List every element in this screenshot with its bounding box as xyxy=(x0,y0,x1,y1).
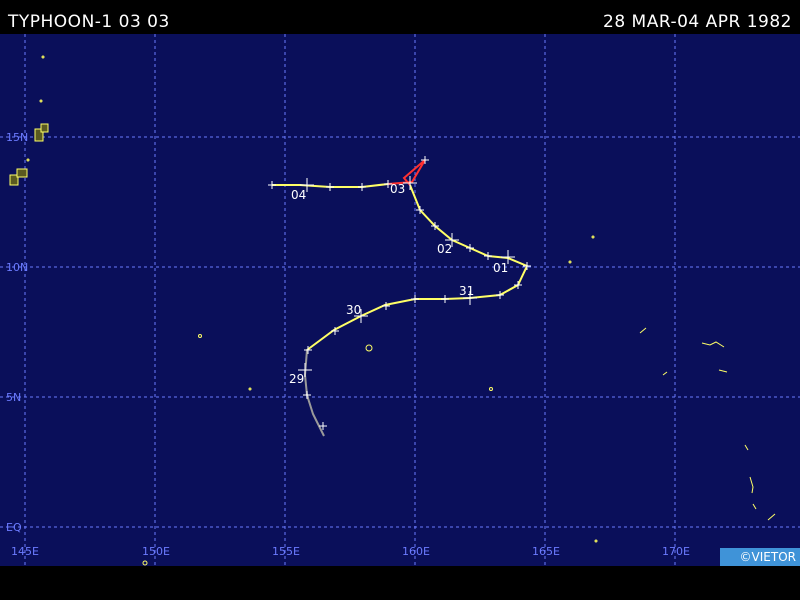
storm-name-title: TYPHOON-1 03 03 xyxy=(8,12,170,32)
lat-label-5n: 5N xyxy=(6,391,21,404)
day-label-31: 31 xyxy=(459,284,474,298)
lat-label-15n: 15N xyxy=(6,131,28,144)
lon-label-145e: 145E xyxy=(11,545,39,558)
day-label-29: 29 xyxy=(289,372,304,386)
lon-label-150e: 150E xyxy=(142,545,170,558)
map-canvas: 15N 10N 5N EQ 145E 150E 155E 160E 165E 1… xyxy=(0,34,800,566)
day-label-03: 03 xyxy=(390,182,405,196)
date-range-title: 28 MAR-04 APR 1982 xyxy=(603,12,792,32)
day-label-30: 30 xyxy=(346,303,361,317)
ocean-background xyxy=(0,34,800,566)
lon-label-165e: 165E xyxy=(532,545,560,558)
typhoon-track-map: 15N 10N 5N EQ 145E 150E 155E 160E 165E 1… xyxy=(0,0,800,600)
lon-label-170e: 170E xyxy=(662,545,690,558)
day-label-02: 02 xyxy=(437,242,452,256)
lat-label-10n: 10N xyxy=(6,261,28,274)
day-label-04: 04 xyxy=(291,188,306,202)
lat-label-eq: EQ xyxy=(6,521,22,534)
day-label-01: 01 xyxy=(493,261,508,275)
lon-label-155e: 155E xyxy=(272,545,300,558)
lon-label-160e: 160E xyxy=(402,545,430,558)
credit-badge: ©VIETOR xyxy=(720,548,800,566)
